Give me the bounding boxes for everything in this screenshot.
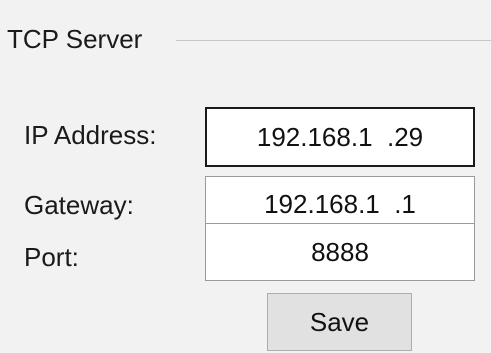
tcp-server-panel: TCP Server IP Address: Gateway: Port: Sa…: [0, 0, 491, 353]
ip-address-label: IP Address:: [24, 120, 157, 150]
group-divider: [176, 40, 491, 41]
port-field[interactable]: [205, 223, 475, 281]
gateway-label: Gateway:: [24, 190, 134, 220]
port-label: Port:: [24, 242, 79, 272]
group-title: TCP Server: [7, 24, 143, 54]
save-button[interactable]: Save: [267, 293, 412, 351]
ip-address-field[interactable]: [205, 107, 475, 167]
